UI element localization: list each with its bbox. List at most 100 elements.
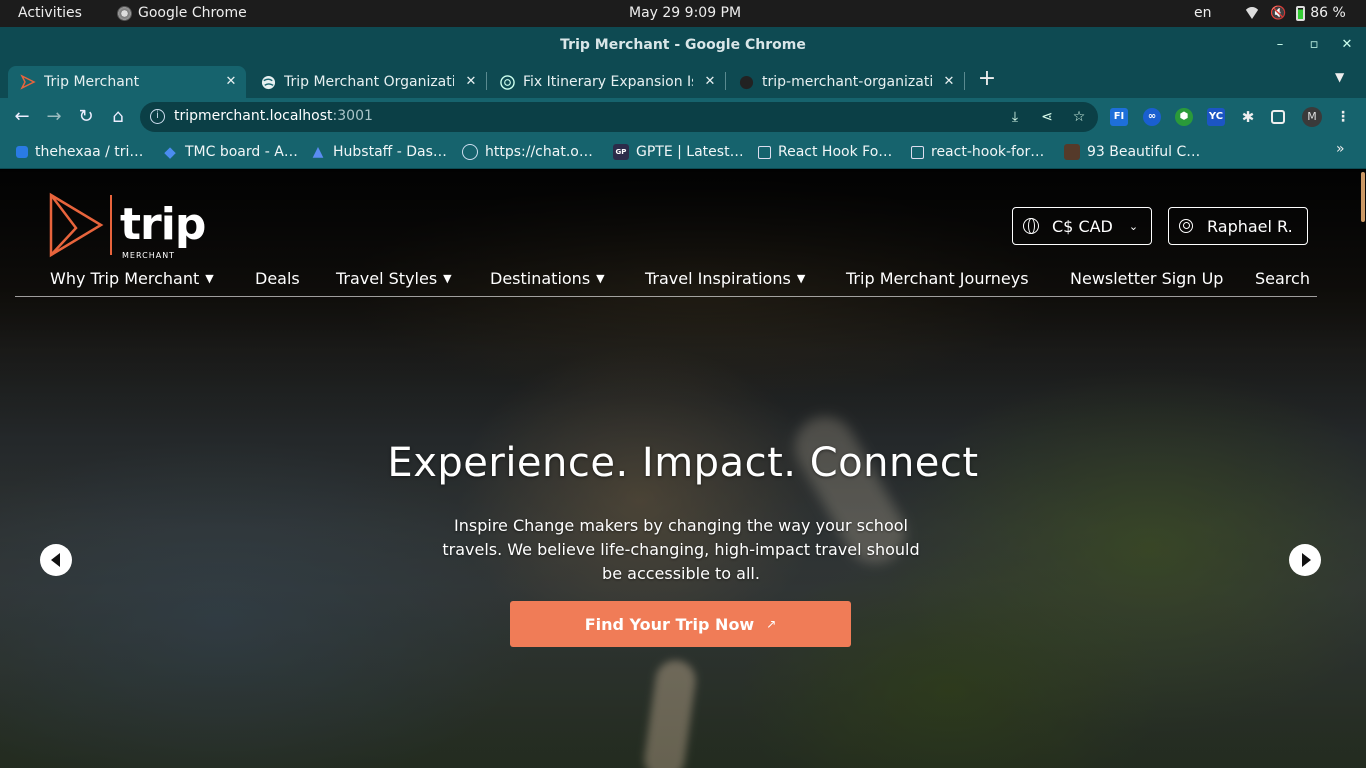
logo-divider xyxy=(110,195,112,255)
side-panel-icon[interactable] xyxy=(1271,110,1285,124)
nav-label: Trip Merchant Journeys xyxy=(846,269,1029,288)
globe-icon xyxy=(1023,218,1039,234)
nav-why-trip-merchant[interactable]: Why Trip Merchant ▼ xyxy=(50,269,214,288)
battery-indicator: 86 % xyxy=(1296,5,1346,21)
minimize-button[interactable]: – xyxy=(1270,35,1290,55)
bookmark-label: Hubstaff - Das… xyxy=(333,144,447,160)
carousel-next-button[interactable] xyxy=(1289,544,1321,576)
chrome-icon xyxy=(117,5,132,21)
reload-icon[interactable]: ↻ xyxy=(74,105,98,129)
currency-label: C$ CAD xyxy=(1052,216,1113,236)
nav-travel-styles[interactable]: Travel Styles ▼ xyxy=(336,269,452,288)
trip-merchant-favicon xyxy=(20,74,36,90)
chatgpt-icon xyxy=(499,74,515,90)
bookmark-item[interactable]: GP GPTE | Latest… xyxy=(613,141,744,163)
install-app-icon[interactable]: ⤓ xyxy=(1006,108,1024,126)
extension-fi-icon[interactable]: FI xyxy=(1110,108,1128,126)
maximize-button[interactable]: ▫ xyxy=(1304,35,1324,55)
bookmark-item[interactable]: React Hook Fo… xyxy=(758,141,892,163)
caret-down-icon: ▼ xyxy=(596,272,605,285)
close-tab-icon[interactable]: ✕ xyxy=(701,73,719,91)
logo-wordmark: trip MERCHANT xyxy=(120,199,206,261)
os-top-bar: Activities Google Chrome May 29 9:09 PM … xyxy=(0,0,1366,27)
tab-github-repo[interactable]: trip-merchant-organizatio ✕ xyxy=(726,66,964,98)
close-window-button[interactable]: ✕ xyxy=(1337,35,1357,55)
bookmark-label: 93 Beautiful C… xyxy=(1087,144,1201,160)
input-language[interactable]: en xyxy=(1194,5,1212,21)
nav-search[interactable]: Search xyxy=(1255,269,1310,288)
battery-percent: 86 % xyxy=(1310,5,1346,21)
close-tab-icon[interactable]: ✕ xyxy=(462,73,480,91)
bookmark-item[interactable]: ▲ Hubstaff - Das… xyxy=(310,141,447,163)
nav-label: Destinations xyxy=(490,269,591,288)
bookmark-item[interactable]: 93 Beautiful C… xyxy=(1064,141,1200,163)
volume-muted-icon: 🔇 xyxy=(1270,5,1287,21)
github-icon xyxy=(738,74,754,90)
address-bar[interactable]: i tripmerchant.localhost:3001 ⤓ ⋖ ☆ xyxy=(140,102,1098,132)
nav-newsletter-sign-up[interactable]: Newsletter Sign Up xyxy=(1070,269,1223,288)
carousel-prev-button[interactable] xyxy=(40,544,72,576)
scrollbar-thumb[interactable] xyxy=(1361,172,1365,222)
page-icon xyxy=(911,145,924,159)
web-page: trip MERCHANT C$ CAD ⌄ Raphael R. Why Tr… xyxy=(0,170,1366,768)
tab-trip-merchant-organization[interactable]: Trip Merchant Organizati ✕ xyxy=(248,66,486,98)
activities-button[interactable]: Activities xyxy=(18,5,82,21)
tab-separator xyxy=(725,72,726,90)
new-tab-button[interactable]: + xyxy=(976,68,998,91)
chatgpt-icon xyxy=(462,144,478,160)
profile-avatar[interactable]: M xyxy=(1302,107,1322,127)
tab-separator xyxy=(964,72,965,90)
hubstaff-icon: ▲ xyxy=(312,144,324,160)
logo-subword: MERCHANT xyxy=(122,251,176,260)
nav-label: Travel Inspirations xyxy=(645,269,791,288)
find-your-trip-button[interactable]: Find Your Trip Now ↗ xyxy=(510,601,851,647)
tab-strip: Trip Merchant ✕ Trip Merchant Organizati… xyxy=(0,64,1366,98)
extension-infinity-icon[interactable]: ∞ xyxy=(1143,108,1161,126)
site-info-icon[interactable]: i xyxy=(150,109,165,124)
forward-arrow-icon[interactable]: → xyxy=(42,105,66,129)
clock[interactable]: May 29 9:09 PM xyxy=(629,5,741,21)
tab-fix-itinerary[interactable]: Fix Itinerary Expansion Iss ✕ xyxy=(487,66,725,98)
bookmark-label: thehexaa / tri… xyxy=(35,144,144,160)
nav-deals[interactable]: Deals xyxy=(255,269,300,288)
bookmark-star-icon[interactable]: ☆ xyxy=(1070,108,1088,126)
bookmark-item[interactable]: ◆ TMC board - A… xyxy=(162,141,298,163)
back-arrow-icon[interactable]: ← xyxy=(10,105,34,129)
more-bookmarks-icon[interactable]: » xyxy=(1336,141,1345,157)
url-text[interactable]: tripmerchant.localhost:3001 xyxy=(174,108,373,124)
bookmark-item[interactable]: thehexaa / tri… xyxy=(16,141,143,163)
nav-travel-inspirations[interactable]: Travel Inspirations ▼ xyxy=(645,269,805,288)
tab-label: trip-merchant-organizatio xyxy=(762,74,932,90)
window-title: Trip Merchant - Google Chrome xyxy=(560,37,806,53)
logo-word: trip xyxy=(120,199,206,250)
bookmark-item[interactable]: react-hook-for… xyxy=(911,141,1044,163)
nav-label: Deals xyxy=(255,269,300,288)
tab-search-chevron-icon[interactable]: ▼ xyxy=(1335,70,1344,84)
chevron-down-icon: ⌄ xyxy=(1128,219,1139,233)
nav-destinations[interactable]: Destinations ▼ xyxy=(490,269,605,288)
share-icon[interactable]: ⋖ xyxy=(1038,108,1056,126)
system-tray[interactable]: 🔇 86 % xyxy=(1244,5,1346,21)
browser-toolbar: ← → ↻ ⌂ i tripmerchant.localhost:3001 ⤓ … xyxy=(0,98,1366,136)
nav-label: Search xyxy=(1255,269,1310,288)
menu-kebab-icon[interactable]: ⋮ xyxy=(1334,108,1352,126)
extension-yc-icon[interactable]: YC xyxy=(1207,108,1225,126)
currency-selector[interactable]: C$ CAD ⌄ xyxy=(1012,207,1152,245)
app-name: Google Chrome xyxy=(138,5,247,21)
nav-trip-merchant-journeys[interactable]: Trip Merchant Journeys xyxy=(846,269,1029,288)
tab-separator xyxy=(486,72,487,90)
app-menu[interactable]: Google Chrome xyxy=(117,5,247,21)
bookmark-label: GPTE | Latest… xyxy=(636,144,744,160)
caret-down-icon: ▼ xyxy=(443,272,452,285)
home-icon[interactable]: ⌂ xyxy=(106,105,130,129)
extension-shield-icon[interactable]: ⬢ xyxy=(1175,108,1193,126)
tab-label: Fix Itinerary Expansion Iss xyxy=(523,74,693,90)
close-tab-icon[interactable]: ✕ xyxy=(222,73,240,91)
tab-trip-merchant[interactable]: Trip Merchant ✕ xyxy=(8,66,246,98)
bookmark-item[interactable]: https://chat.o… xyxy=(462,141,593,163)
trip-merchant-logo-mark xyxy=(49,192,104,258)
close-tab-icon[interactable]: ✕ xyxy=(940,73,958,91)
extensions-puzzle-icon[interactable]: ✱ xyxy=(1239,108,1257,126)
user-account-button[interactable]: Raphael R. xyxy=(1168,207,1308,245)
site-logo[interactable]: trip MERCHANT xyxy=(48,192,206,261)
